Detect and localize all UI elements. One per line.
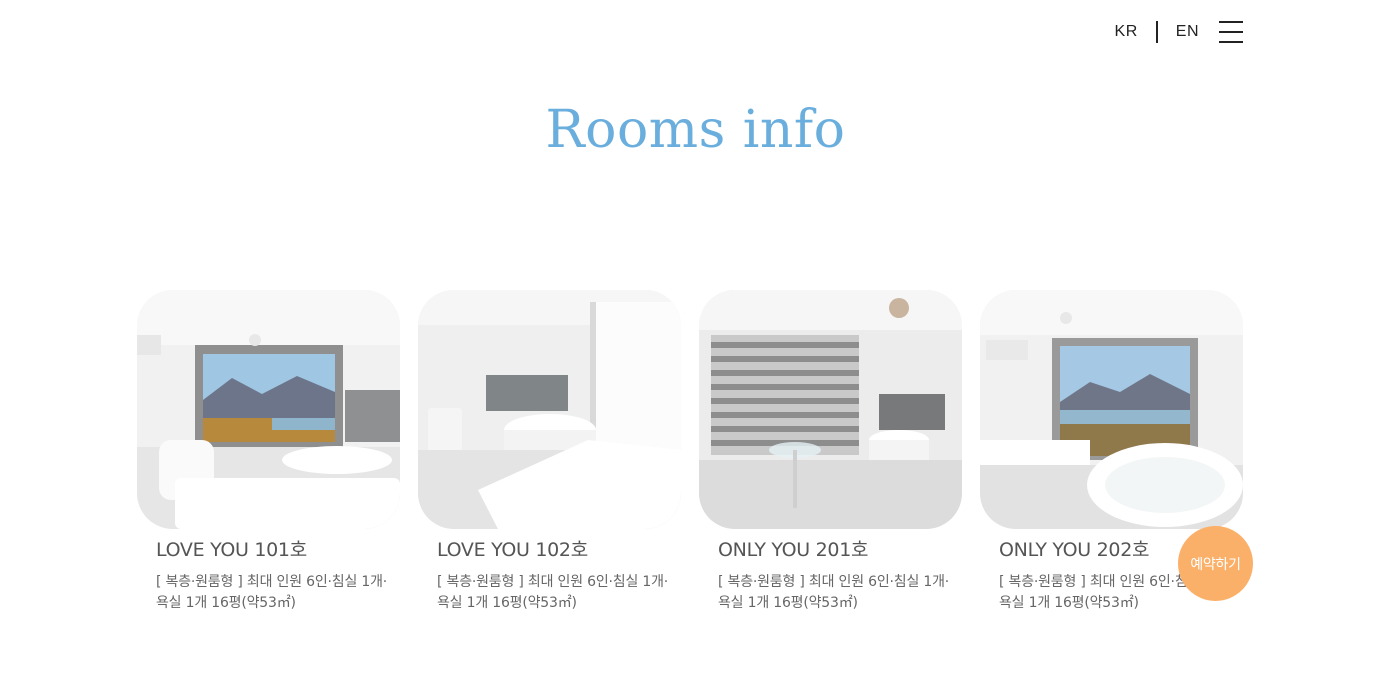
room-photo[interactable] xyxy=(699,290,962,529)
room-description: [ 복층·원룸형 ] 최대 인원 6인·침실 1개·욕실 1개 16평(약53㎡… xyxy=(437,574,669,611)
room-card[interactable]: LOVE YOU 101호 [ 복층·원룸형 ] 최대 인원 6인·침실 1개·… xyxy=(137,290,400,614)
room-description: [ 복층·원룸형 ] 최대 인원 6인·침실 1개·욕실 1개 16평(약53㎡… xyxy=(156,574,388,611)
reserve-button[interactable]: 예약하기 xyxy=(1178,526,1253,601)
room-photo[interactable] xyxy=(980,290,1243,529)
room-card[interactable]: LOVE YOU 102호 [ 복층·원룸형 ] 최대 인원 6인·침실 1개·… xyxy=(418,290,681,614)
room-photo[interactable] xyxy=(418,290,681,529)
room-photo[interactable] xyxy=(137,290,400,529)
room-description: [ 복층·원룸형 ] 최대 인원 6인·침실 1개·욕실 1개 16평(약53㎡… xyxy=(718,574,950,611)
room-name[interactable]: LOVE YOU 102호 xyxy=(418,535,681,562)
room-name[interactable]: ONLY YOU 201호 xyxy=(699,535,962,562)
top-bar: KR EN xyxy=(1115,18,1243,46)
room-card[interactable]: ONLY YOU 201호 [ 복층·원룸형 ] 최대 인원 6인·침실 1개·… xyxy=(699,290,962,614)
lang-en-link[interactable]: EN xyxy=(1176,23,1199,41)
lang-kr-link[interactable]: KR xyxy=(1115,23,1138,41)
page-title: Rooms info xyxy=(545,100,846,160)
menu-icon[interactable] xyxy=(1219,21,1243,43)
room-list: LOVE YOU 101호 [ 복층·원룸형 ] 최대 인원 6인·침실 1개·… xyxy=(137,290,1243,614)
lang-divider xyxy=(1155,21,1158,43)
room-name[interactable]: LOVE YOU 101호 xyxy=(137,535,400,562)
